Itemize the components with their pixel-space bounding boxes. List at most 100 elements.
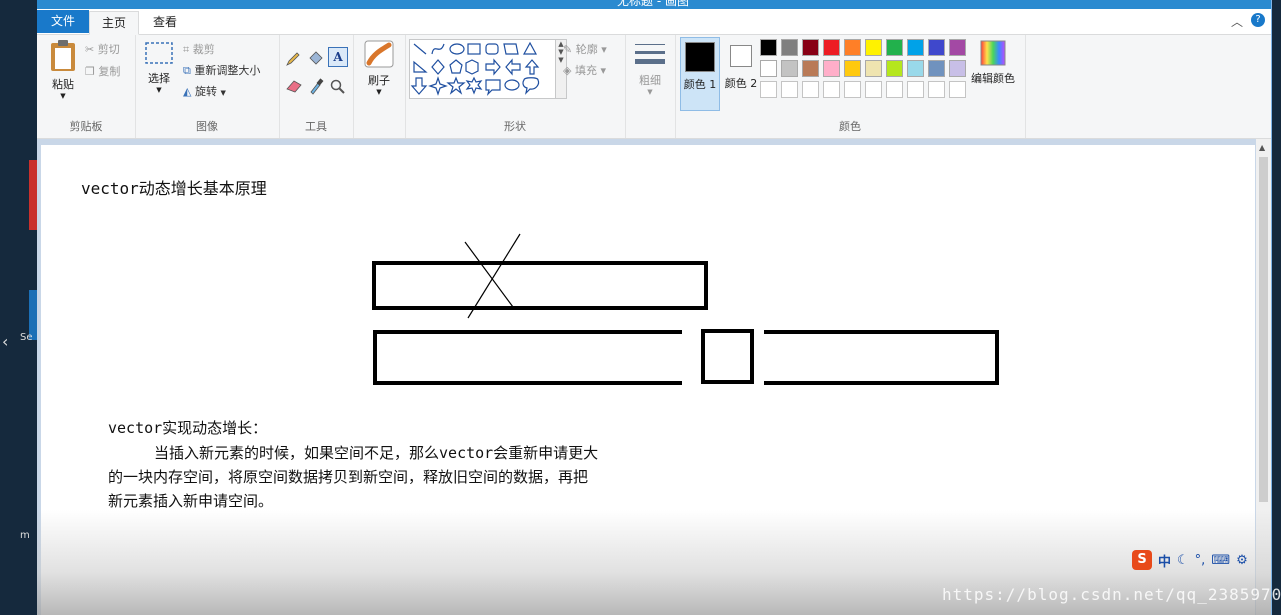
select-dropdown-icon[interactable]: ▼ (141, 86, 177, 94)
rotate-button[interactable]: ◭ 旋转 ▼ (183, 83, 226, 99)
vector-growth-drawing (372, 233, 999, 385)
outline-icon: ✎ (563, 43, 573, 56)
group-label-tools: 工具 (305, 120, 327, 133)
palette-swatch[interactable] (928, 81, 945, 98)
tab-view[interactable]: 查看 (141, 11, 189, 33)
palette-swatch[interactable] (802, 39, 819, 56)
desktop-left-edge: ‹ Se m (0, 0, 37, 615)
palette-swatch[interactable] (760, 81, 777, 98)
palette-swatch[interactable] (823, 39, 840, 56)
sogou-logo-icon[interactable]: S (1132, 550, 1152, 570)
magnifier-icon[interactable] (330, 79, 346, 95)
text-tool-icon[interactable]: A (328, 47, 348, 67)
color1-button[interactable]: 颜色 1 (680, 37, 720, 111)
pencil-icon[interactable] (285, 51, 301, 67)
eraser-icon[interactable] (285, 79, 303, 93)
palette-swatch[interactable] (802, 60, 819, 77)
crop-button[interactable]: ⌗ 裁剪 (183, 41, 215, 57)
brush-icon (364, 40, 394, 68)
cut-button[interactable]: ✂ 剪切 (85, 41, 120, 57)
palette-swatch[interactable] (865, 60, 882, 77)
settings-icon[interactable]: ⚙ (1236, 553, 1248, 568)
color-picker-icon[interactable] (308, 77, 324, 95)
palette-swatch[interactable] (844, 39, 861, 56)
palette-swatch[interactable] (949, 81, 966, 98)
scroll-up-icon[interactable]: ▲ (1259, 143, 1265, 152)
scissors-icon: ✂ (85, 43, 95, 56)
crop-label: 裁剪 (192, 43, 215, 56)
fill-icon: ◈ (563, 64, 572, 77)
group-label-image: 图像 (196, 120, 218, 133)
chevron-left-icon[interactable]: ‹ (2, 332, 8, 351)
palette-swatch[interactable] (907, 39, 924, 56)
palette-swatch[interactable] (928, 60, 945, 77)
drawing-canvas[interactable]: vector动态增长基本原理 vector实现动态增长： 当插入新元素的时候，如… (41, 145, 1255, 615)
rotate-icon: ◭ (183, 85, 192, 98)
palette-swatch[interactable] (886, 39, 903, 56)
fill-bucket-icon[interactable] (307, 49, 325, 67)
shapes-gallery[interactable] (409, 39, 557, 99)
palette-swatch[interactable] (802, 81, 819, 98)
fill-button[interactable]: ◈ 填充 ▾ (563, 62, 606, 78)
vertical-scrollbar[interactable]: ▲ (1256, 139, 1271, 615)
color-wheel-icon (980, 40, 1006, 66)
paste-dropdown-icon[interactable]: ▼ (43, 92, 83, 100)
resize-button[interactable]: ⧉ 重新调整大小 (183, 62, 260, 78)
desktop-label-m: m (20, 530, 30, 541)
palette-swatch[interactable] (865, 81, 882, 98)
group-clipboard: 粘贴 ▼ ✂ 剪切 ❐ 复制 剪贴板 (37, 35, 136, 138)
palette-swatch[interactable] (823, 81, 840, 98)
outline-button[interactable]: ✎ 轮廓 ▾ (563, 41, 607, 57)
cut-label: 剪切 (97, 43, 120, 56)
edit-colors-button[interactable]: 编辑颜色 (967, 39, 1019, 86)
palette-swatch[interactable] (865, 39, 882, 56)
title-bar[interactable]: 无标题 - 画图 (37, 0, 1271, 9)
palette-swatch[interactable] (844, 60, 861, 77)
palette-swatch[interactable] (823, 60, 840, 77)
outline-label: 轮廓 (575, 43, 598, 56)
watermark-url: https://blog.csdn.net/qq_23859701 (942, 585, 1281, 604)
select-button[interactable]: 选择 ▼ (141, 41, 177, 94)
palette-swatch[interactable] (781, 81, 798, 98)
line-thickness-icon (635, 44, 665, 64)
palette-swatch[interactable] (907, 81, 924, 98)
palette-swatch[interactable] (760, 60, 777, 77)
size-button[interactable]: 粗细 ▼ (633, 41, 667, 96)
palette-swatch[interactable] (949, 60, 966, 77)
palette-swatch[interactable] (886, 60, 903, 77)
palette-swatch[interactable] (928, 39, 945, 56)
tab-file[interactable]: 文件 (37, 10, 90, 33)
clipboard-icon (51, 40, 75, 71)
palette-swatch[interactable] (907, 60, 924, 77)
tab-home[interactable]: 主页 (89, 11, 140, 35)
color2-button[interactable]: 颜色 2 (722, 37, 760, 109)
paragraph-line-3: 新元素插入新申请空间。 (108, 492, 274, 510)
brushes-button[interactable]: 刷子 ▼ (361, 39, 397, 96)
group-shapes: ▲ ▼ ▼ ✎ 轮廓 ▾ ◈ 填充 ▾ 形状 (405, 35, 626, 138)
ime-language-indicator[interactable]: 中 (1158, 551, 1171, 570)
old-array-rectangle (372, 261, 708, 310)
keyboard-icon[interactable]: ⌨ (1211, 553, 1230, 568)
copy-button[interactable]: ❐ 复制 (85, 63, 120, 79)
palette-swatch[interactable] (949, 39, 966, 56)
collapse-ribbon-icon[interactable]: ︿ (1231, 13, 1243, 30)
ime-toolbar[interactable]: S 中 ☾ °, ⌨ ⚙ (1132, 548, 1248, 572)
paragraph-line-1: 当插入新元素的时候，如果空间不足，那么vector会重新申请更大 (154, 444, 599, 462)
brushes-dropdown-icon[interactable]: ▼ (361, 88, 397, 96)
palette-swatch[interactable] (781, 39, 798, 56)
crop-icon: ⌗ (183, 43, 190, 56)
paste-button[interactable]: 粘贴 ▼ (43, 39, 83, 100)
moon-icon[interactable]: ☾ (1177, 553, 1189, 568)
palette-swatch[interactable] (844, 81, 861, 98)
group-label-shapes: 形状 (504, 120, 526, 133)
palette-swatch[interactable] (781, 60, 798, 77)
palette-swatch[interactable] (886, 81, 903, 98)
edit-colors-label: 编辑颜色 (971, 72, 1015, 85)
rotate-dropdown-icon[interactable]: ▼ (220, 89, 225, 97)
palette-swatch[interactable] (760, 39, 777, 56)
help-icon[interactable]: ? (1251, 13, 1265, 27)
paragraph-title: vector实现动态增长： (108, 419, 268, 437)
rotate-label: 旋转 (194, 85, 217, 98)
scrollbar-thumb[interactable] (1259, 157, 1268, 502)
punctuation-icon[interactable]: °, (1195, 553, 1206, 568)
